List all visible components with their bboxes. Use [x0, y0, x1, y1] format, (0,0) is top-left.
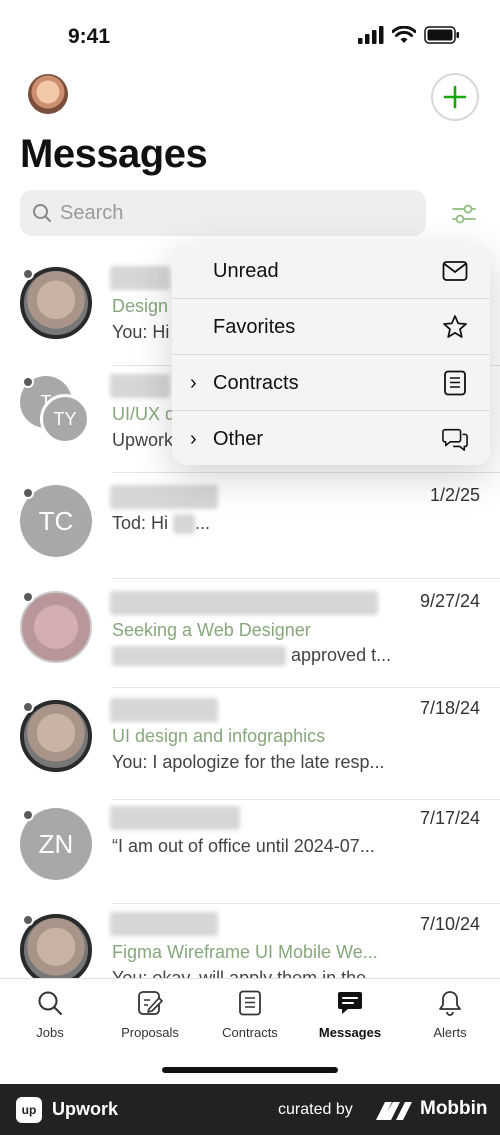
- proposal-icon: [136, 989, 164, 1017]
- message-row[interactable]: ZN 7/17/24 “I am out of office until 202…: [0, 800, 500, 904]
- contact-name-redacted: [110, 266, 170, 290]
- message-icon: [336, 989, 364, 1017]
- contact-name-redacted: [110, 591, 378, 615]
- preview-suffix: approved t...: [291, 645, 392, 665]
- mobbin-logo-icon: [376, 1102, 412, 1120]
- message-date: 7/17/24: [419, 808, 480, 828]
- wifi-icon: [392, 26, 416, 43]
- preview-prefix: Tod: Hi: [112, 513, 169, 533]
- contact-name-redacted: [110, 698, 218, 722]
- bell-icon: [436, 989, 464, 1017]
- battery-icon: [424, 26, 459, 44]
- filter-dropdown-menu: Unread Favorites › Contracts › Other: [172, 243, 490, 465]
- contact-name-redacted: [110, 806, 240, 830]
- document-icon: [442, 370, 468, 396]
- filter-button[interactable]: [446, 196, 482, 232]
- preview-suffix: ...: [195, 513, 211, 533]
- message-subject: Figma Wireframe UI Mobile We...: [112, 942, 378, 962]
- message-preview: Upwork: [112, 430, 174, 450]
- chevron-right-icon: ›: [190, 427, 197, 450]
- message-subject: Seeking a Web Designer: [112, 620, 311, 640]
- new-message-button[interactable]: [431, 73, 479, 121]
- menu-item-label: Unread: [213, 259, 279, 282]
- unread-dot: [22, 809, 34, 821]
- message-date: 7/10/24: [419, 914, 480, 934]
- attribution-footer: up Upwork curated by Mobbin: [0, 1084, 500, 1135]
- signal-icon: [358, 26, 384, 44]
- status-icons: [358, 26, 460, 44]
- tab-proposals[interactable]: Proposals: [100, 989, 200, 1049]
- brand-name: Upwork: [52, 1099, 119, 1119]
- tab-label: Alerts: [433, 1025, 467, 1040]
- menu-item-label: Favorites: [213, 315, 296, 338]
- menu-item-label: Contracts: [213, 371, 299, 394]
- contact-name-redacted: [110, 912, 218, 936]
- header: Messages: [0, 70, 500, 190]
- menu-item-unread[interactable]: Unread: [172, 243, 490, 299]
- tab-label: Proposals: [121, 1025, 179, 1040]
- message-date: 1/2/25: [429, 485, 480, 505]
- search-input[interactable]: [60, 201, 400, 225]
- status-time: 9:41: [68, 25, 111, 48]
- tab-contracts[interactable]: Contracts: [200, 989, 300, 1049]
- search-bar[interactable]: [20, 190, 426, 236]
- curated-by-label: curated by: [278, 1101, 353, 1118]
- tab-label: Jobs: [36, 1025, 64, 1040]
- message-row[interactable]: TC 1/2/25 Tod: Hi ...: [0, 473, 500, 579]
- star-icon: [442, 314, 468, 340]
- contract-icon: [236, 989, 264, 1017]
- unread-dot: [22, 376, 34, 388]
- tab-bar: Jobs Proposals Contracts Messages Alerts: [0, 978, 500, 1084]
- search-icon: [36, 989, 64, 1017]
- unread-dot: [22, 487, 34, 499]
- envelope-icon: [442, 258, 468, 284]
- message-date: 9/27/24: [419, 591, 480, 611]
- chevron-right-icon: ›: [190, 371, 197, 394]
- contact-name-redacted: [110, 485, 218, 509]
- plus-icon: [443, 85, 467, 109]
- message-preview: You: Hi: [112, 322, 170, 342]
- tab-messages[interactable]: Messages: [300, 989, 400, 1049]
- message-date: 7/18/24: [419, 698, 480, 718]
- unread-dot: [22, 701, 34, 713]
- menu-item-favorites[interactable]: Favorites: [172, 299, 490, 355]
- search-icon: [33, 204, 51, 222]
- page-title: Messages: [20, 132, 208, 176]
- upwork-logo: up: [16, 1097, 42, 1123]
- tab-jobs[interactable]: Jobs: [0, 989, 100, 1049]
- unread-dot: [22, 591, 34, 603]
- tab-label: Messages: [318, 1025, 382, 1040]
- menu-item-contracts[interactable]: › Contracts: [172, 355, 490, 411]
- message-preview: Tod: Hi ...: [112, 513, 211, 535]
- redacted-text: [173, 514, 196, 535]
- chat-bubbles-icon: [442, 426, 468, 452]
- unread-dot: [22, 914, 34, 926]
- message-subject: UI/UX d: [112, 404, 176, 424]
- unread-dot: [22, 268, 34, 280]
- message-subject: Design: [112, 296, 169, 316]
- message-row[interactable]: 9/27/24 Seeking a Web Designer approved …: [0, 579, 500, 688]
- message-preview: You: okay, will apply them in the...: [112, 968, 382, 978]
- message-subject: UI design and infographics: [112, 726, 326, 746]
- home-indicator: [162, 1067, 338, 1073]
- message-row[interactable]: 7/18/24 UI design and infographics You: …: [0, 688, 500, 800]
- message-preview: “I am out of office until 2024-07...: [112, 836, 375, 856]
- tab-label: Contracts: [222, 1025, 278, 1040]
- group-member-avatar: TY: [40, 394, 90, 444]
- mobbin-brand: Mobbin: [420, 1098, 488, 1119]
- status-bar: 9:41: [0, 0, 500, 70]
- redacted-text: [112, 646, 286, 667]
- menu-item-label: Other: [213, 427, 264, 450]
- menu-item-other[interactable]: › Other: [172, 411, 490, 465]
- message-row[interactable]: 7/10/24 Figma Wireframe UI Mobile We... …: [0, 904, 500, 978]
- message-preview: You: I apologize for the late resp...: [112, 752, 385, 772]
- tab-alerts[interactable]: Alerts: [400, 989, 500, 1049]
- filter-sliders-icon: [452, 204, 476, 224]
- profile-avatar[interactable]: [28, 74, 68, 114]
- contact-name-redacted: [110, 374, 170, 398]
- message-preview: approved t...: [112, 645, 392, 667]
